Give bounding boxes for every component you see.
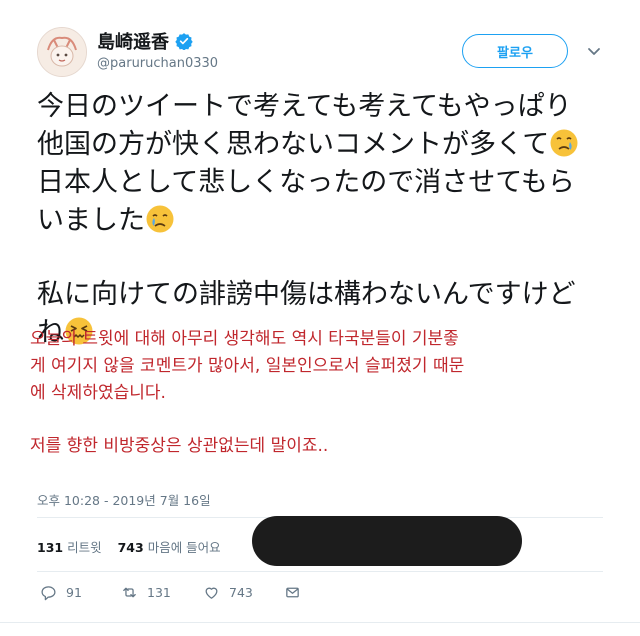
- crying-face-emoji-icon: [145, 204, 175, 234]
- tweet-timestamp[interactable]: 오후 10:28 - 2019년 7월 16일: [37, 490, 211, 509]
- likes-label[interactable]: 마음에 들어요: [148, 537, 221, 556]
- korean-translation: 오늘의 트윗에 대해 아무리 생각해도 역시 타국분들이 기분좋 게 여기지 않…: [30, 326, 616, 460]
- translation-line: 오늘의 트윗에 대해 아무리 생각해도 역시 타국분들이 기분좋: [30, 329, 459, 349]
- heart-icon: [205, 587, 218, 599]
- retweet-icon: [123, 587, 136, 598]
- reply-count: 91: [66, 585, 82, 600]
- envelope-icon: [286, 587, 299, 598]
- display-name-text[interactable]: 島崎遥香: [97, 28, 169, 54]
- avatar[interactable]: [37, 27, 87, 77]
- divider: [37, 571, 603, 572]
- translation-line: 게 여기지 않을 코멘트가 많아서, 일본인으로서 슬퍼졌기 때문: [30, 356, 465, 376]
- likes-count[interactable]: 743: [118, 540, 144, 555]
- tweet-line: 日本人として悲しくなったので消させてもら: [37, 167, 575, 198]
- tweet-actions: 91 131 743: [37, 584, 603, 604]
- translation-line: 저를 향한 비방중상은 상관없는데 말이죠..: [30, 436, 329, 456]
- tweet-line: 他国の方が快く思わないコメントが多くて: [37, 126, 617, 164]
- like-count: 743: [229, 585, 253, 600]
- retweets-count[interactable]: 131: [37, 540, 63, 555]
- retweets-label[interactable]: 리트윗: [67, 537, 102, 556]
- tweet-text: 今日のツイートで考えても考えてもやっぱり 他国の方が快く思わないコメントが多くて…: [37, 88, 617, 352]
- divider: [0, 622, 640, 623]
- reply-button[interactable]: 91: [40, 584, 82, 601]
- like-button[interactable]: 743: [203, 584, 253, 601]
- avatar-illustration: [38, 28, 86, 76]
- tweet-line: 今日のツイートで考えても考えてもやっぱり: [37, 91, 572, 122]
- tweet-line-text: 他国の方が快く思わないコメントが多くて: [37, 129, 550, 160]
- tweet-line-text: いました: [37, 205, 145, 236]
- tweet-stats: 131 리트윗 743 마음에 들어요: [37, 537, 221, 556]
- follow-button[interactable]: 팔로우: [462, 34, 568, 68]
- retweet-count: 131: [147, 585, 171, 600]
- tweet-card: 島崎遥香 @paruruchan0330 팔로우 今日のツイートで考えても考えて…: [0, 0, 640, 636]
- translation-line: 에 삭제하였습니다.: [30, 383, 166, 403]
- chevron-down-icon[interactable]: [585, 42, 603, 60]
- display-name[interactable]: 島崎遥香: [97, 28, 193, 54]
- retweet-button[interactable]: 131: [121, 584, 171, 601]
- tweet-line: 私に向けての誹謗中傷は構わないんですけど: [37, 279, 576, 310]
- crying-face-emoji-icon: [549, 128, 579, 158]
- verified-badge-icon: [175, 32, 193, 51]
- user-handle[interactable]: @paruruchan0330: [97, 56, 218, 71]
- direct-message-button[interactable]: [284, 584, 301, 601]
- redaction-bar: [252, 516, 522, 566]
- reply-icon: [41, 586, 56, 601]
- tweet-line: いました: [37, 202, 617, 240]
